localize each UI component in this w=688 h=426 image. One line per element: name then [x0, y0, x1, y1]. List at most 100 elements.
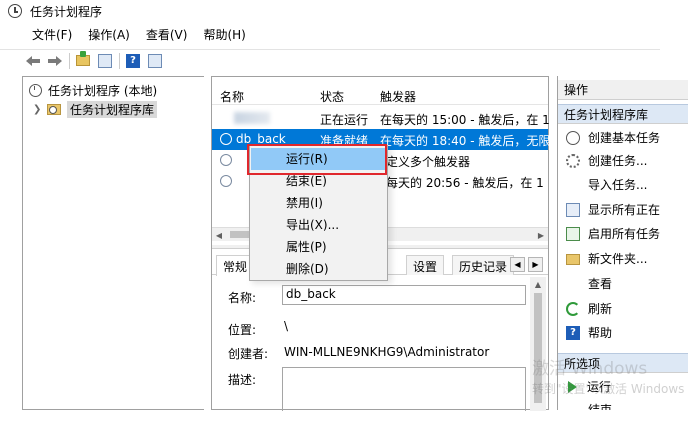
show-hide-tree-button[interactable]: [96, 52, 114, 70]
action-create-task[interactable]: 创建任务...: [558, 149, 688, 172]
up-folder-button[interactable]: [74, 51, 92, 70]
tree-item-label: 任务计划程序 (本地): [48, 83, 158, 98]
task-trigger: 在每天的 18:40 - 触发后，无限: [380, 134, 551, 148]
blank-icon: [566, 403, 580, 411]
action-label: 结束: [588, 403, 613, 410]
task-scheduler-icon: [8, 4, 22, 18]
action-label: 创建任务...: [588, 154, 648, 168]
action-end[interactable]: 结束: [558, 398, 688, 410]
list-header: 名称 状态 触发器: [212, 87, 548, 105]
action-show-running[interactable]: 显示所有正在: [558, 198, 688, 221]
action-label: 查看: [588, 277, 613, 291]
window-title: 任务计划程序: [30, 4, 103, 19]
action-label: 导入任务...: [588, 178, 648, 192]
menu-file[interactable]: 文件(F): [0, 25, 80, 45]
action-label: 运行: [587, 380, 612, 394]
folder-icon: [566, 254, 580, 265]
folder-icon: [47, 103, 61, 115]
context-menu-disable[interactable]: 禁用(I): [251, 192, 386, 214]
arrow-right-icon: [48, 55, 62, 66]
menu-bar: 文件(F) 操作(A) 查看(V) 帮助(H): [0, 25, 254, 45]
actions-pane: 操作 任务计划程序库 创建基本任务 创建任务... 导入任务... 显示所有正在…: [557, 76, 688, 410]
action-enable-history[interactable]: 启用所有任务: [558, 222, 688, 245]
back-button[interactable]: [24, 52, 42, 70]
prop-location-label: 位置:: [228, 323, 257, 337]
task-status: 正在运行: [320, 113, 369, 127]
toolbar: ?: [0, 49, 660, 71]
action-run[interactable]: 运行: [558, 375, 688, 398]
column-header-name[interactable]: 名称: [220, 88, 244, 105]
tab-scroll-right-icon[interactable]: ▶: [528, 257, 543, 272]
scroll-left-icon[interactable]: ◀: [212, 228, 226, 242]
action-new-folder[interactable]: 新文件夹...: [558, 247, 688, 270]
action-pane-icon: [148, 53, 162, 68]
task-location-value: \: [284, 319, 289, 333]
tab-history[interactable]: 历史记录: [452, 255, 515, 275]
menu-action[interactable]: 操作(A): [80, 25, 138, 45]
task-clock-icon: [220, 154, 232, 166]
run-icon: [568, 380, 577, 393]
action-label: 创建基本任务: [588, 131, 661, 145]
vertical-scrollbar[interactable]: ▲: [530, 277, 546, 411]
console-tree-icon: [98, 53, 112, 68]
action-label: 帮助: [588, 326, 613, 340]
action-help[interactable]: ? 帮助: [558, 321, 688, 344]
tree-item-label: 任务计划程序库: [67, 100, 158, 118]
task-clock-icon: [220, 175, 232, 187]
action-label: 启用所有任务: [588, 227, 661, 241]
action-refresh[interactable]: 刷新: [558, 297, 688, 320]
arrow-left-icon: [26, 55, 40, 66]
task-description-field[interactable]: [282, 367, 526, 411]
forward-button[interactable]: [46, 52, 64, 70]
action-label: 新文件夹...: [588, 252, 648, 266]
menu-help[interactable]: 帮助(H): [195, 25, 253, 45]
action-view[interactable]: 查看: [558, 272, 688, 295]
annotation-highlight-box: [247, 144, 387, 175]
action-import-task[interactable]: 导入任务...: [558, 173, 688, 196]
prop-description-label: 描述:: [228, 373, 257, 387]
clock-icon: [29, 83, 42, 97]
prop-name-label: 名称:: [228, 291, 257, 305]
scrollbar-thumb[interactable]: [534, 293, 542, 403]
gear-icon: [566, 153, 580, 168]
scroll-right-icon[interactable]: ▶: [534, 228, 548, 242]
list-icon: [566, 202, 580, 217]
help-icon: ?: [566, 325, 580, 340]
actions-section-selected[interactable]: 所选项: [558, 353, 688, 373]
task-clock-icon: [220, 133, 232, 145]
title-bar: 任务计划程序: [0, 0, 688, 22]
toolbar-separator: [69, 52, 70, 69]
blank-icon: [566, 178, 580, 192]
actions-header: 操作: [558, 80, 688, 100]
help-icon: ?: [126, 53, 140, 68]
action-create-basic-task[interactable]: 创建基本任务: [558, 126, 688, 149]
help-button[interactable]: ?: [124, 52, 142, 70]
actions-section-library[interactable]: 任务计划程序库: [558, 104, 688, 124]
context-menu-export[interactable]: 导出(X)...: [251, 214, 386, 236]
column-header-trigger[interactable]: 触发器: [380, 88, 416, 105]
action-label: 刷新: [588, 302, 613, 316]
action-label: 显示所有正在: [588, 203, 661, 217]
tree-item-root[interactable]: 任务计划程序 (本地): [29, 81, 157, 99]
tree-item-library[interactable]: ❯ 任务计划程序库: [33, 100, 158, 118]
toolbar-separator: [119, 52, 120, 69]
console-tree: 任务计划程序 (本地) ❯ 任务计划程序库: [22, 76, 204, 410]
menu-view[interactable]: 查看(V): [138, 25, 196, 45]
context-menu-delete[interactable]: 删除(D): [251, 258, 386, 280]
table-row[interactable]: 正在运行 在每天的 15:00 - 触发后，在 1: [212, 108, 550, 129]
redacted-name: [234, 112, 270, 124]
column-header-status[interactable]: 状态: [320, 88, 344, 105]
context-menu-properties[interactable]: 属性(P): [251, 236, 386, 258]
folder-up-icon: [76, 51, 90, 66]
check-list-icon: [566, 226, 580, 241]
blank-icon: [566, 277, 580, 291]
action-pane-button[interactable]: [146, 52, 164, 70]
tab-scroll-left-icon[interactable]: ◀: [510, 257, 525, 272]
task-name-field[interactable]: db_back: [282, 285, 526, 305]
clock-icon: [566, 130, 580, 145]
task-author-value: WIN-MLLNE9NKHG9\Administrator: [284, 345, 490, 359]
scroll-up-icon[interactable]: ▲: [531, 277, 545, 291]
tab-settings[interactable]: 设置: [406, 255, 445, 275]
task-trigger: 在每天的 15:00 - 触发后，在 1: [380, 113, 550, 127]
chevron-right-icon[interactable]: ❯: [33, 104, 43, 115]
